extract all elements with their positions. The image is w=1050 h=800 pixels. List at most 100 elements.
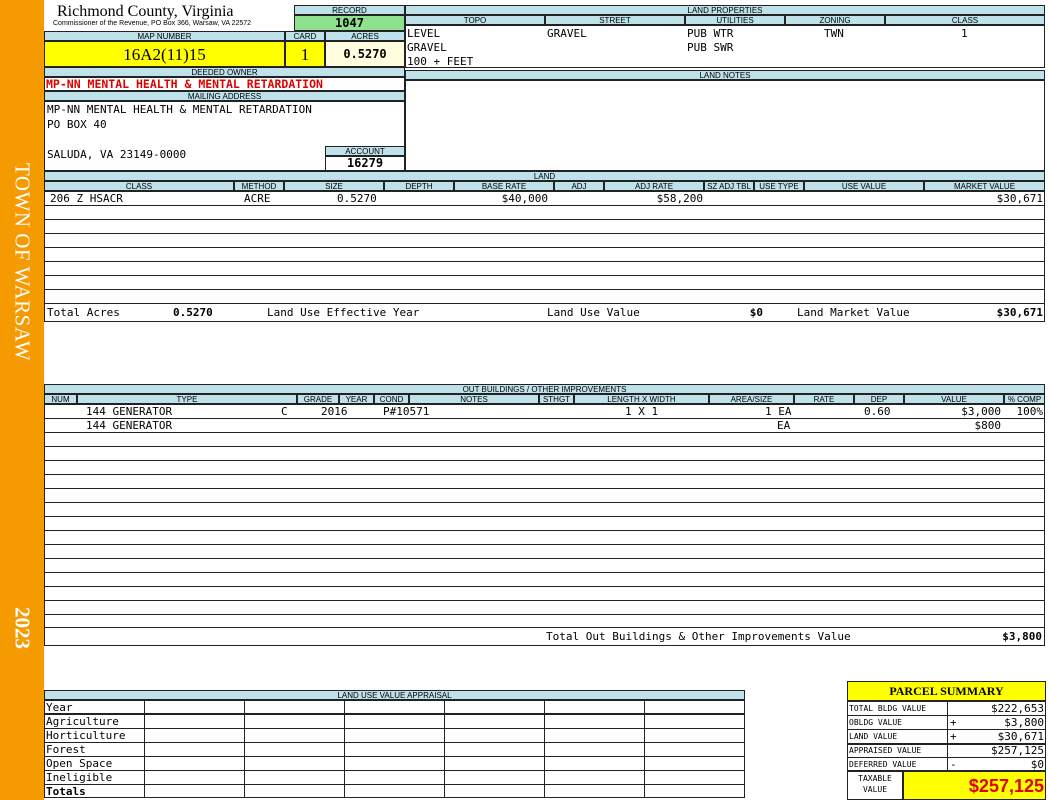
land-col-base-rate: BASE RATE [454,181,554,191]
land-use-value: $0 [749,306,763,319]
account-label: ACCOUNT [325,146,405,156]
taxable-value-box: $257,125 [903,771,1046,800]
account-box: 16279 [325,156,405,171]
taxable-value: $257,125 [968,776,1044,796]
land-row-method: ACRE [244,192,271,205]
ps-value-deferred: $0 [1030,758,1044,771]
banner-year: 2023 [10,607,35,649]
parcel-summary-title: PARCEL SUMMARY [889,684,1004,698]
land-col-market-value: MARKET VALUE [924,181,1045,191]
land-properties-body: LEVEL GRAVEL 100 + FEET GRAVEL PUB WTR P… [405,25,1045,68]
land-col-use-value: USE VALUE [804,181,924,191]
utility-1: PUB WTR [687,27,734,40]
utility-2: PUB SWR [687,41,734,54]
acres-box: 0.5270 [325,41,405,67]
ob-total-label: Total Out Buildings & Other Improvements… [546,630,851,643]
outbuildings-title: OUT BUILDINGS / OTHER IMPROVEMENTS [44,384,1045,394]
topo-1: LEVEL [407,27,441,40]
land-col-adj: ADJ [554,181,604,191]
class-value: 1 [961,27,968,40]
land-market-value: $30,671 [996,306,1043,319]
topo-3: 100 + FEET [407,55,474,68]
street-value: GRAVEL [547,27,587,40]
land-col-size: SIZE [284,181,384,191]
ob-row2-type: 144 GENERATOR [86,419,173,432]
map-number-label: MAP NUMBER [44,31,285,41]
land-col-depth: DEPTH [384,181,454,191]
land-header-row: CLASS METHOD SIZE DEPTH BASE RATE ADJ AD… [44,181,1045,191]
land-market-value-label: Land Market Value [797,306,910,319]
record-value: 1047 [335,16,364,30]
ps-label-obldg: OBLDG VALUE [849,718,902,727]
county-title: Richmond County, Virginia [57,3,234,20]
lp-header-utilities: UTILITIES [685,15,785,25]
ob-col-year: YEAR [339,394,374,404]
account-number: 16279 [346,156,384,170]
ob-col-num: NUM [44,394,77,404]
taxable-label-1: TAXABLE [858,774,892,783]
ob-col-lxw: LENGTH X WIDTH [574,394,709,404]
ob-row1-comp: 100% [1016,405,1044,418]
land-col-use-type: USE TYPE [754,181,804,191]
lp-header-topo: TOPO [405,15,545,25]
land-row-base-rate: $40,000 [501,192,548,205]
ob-col-area: AREA/SIZE [709,394,794,404]
lp-header-zoning: ZONING [785,15,885,25]
ob-row1-notes: P#10571 [383,405,430,418]
ps-value-land: $30,671 [997,730,1044,743]
land-totals-row: Total Acres 0.5270 Land Use Effective Ye… [44,303,1045,322]
land-use-effective-year-label: Land Use Effective Year [267,306,420,319]
ob-row1-type: 144 GENERATOR [86,405,173,418]
lua-label-agriculture: Agriculture [46,715,119,728]
lp-header-street: STREET [545,15,685,25]
ob-col-grade: GRADE [297,394,339,404]
ob-col-notes: NOTES [409,394,539,404]
acres-value: 0.5270 [343,47,387,61]
address-line-1: MP-NN MENTAL HEALTH & MENTAL RETARDATION [47,103,312,116]
ob-row2-area: EA [777,419,791,432]
land-row-adj-rate: $58,200 [656,192,703,205]
deeded-owner-name: MP-NN MENTAL HEALTH & MENTAL RETARDATION [46,77,323,91]
land-notes-body [405,80,1045,171]
zoning-value: TWN [824,27,844,40]
map-number-box: 16A2(11)15 [44,41,285,67]
ps-value-obldg: $3,800 [1004,716,1044,729]
land-rows: 206 Z HSACR ACRE 0.5270 $40,000 $58,200 … [44,191,1045,304]
ob-col-cond: COND [374,394,409,404]
mailing-address-label: MAILING ADDRESS [44,91,405,101]
ob-row1-year: 2016 [321,405,348,418]
topo-2: GRAVEL [407,41,447,54]
lua-label-horticulture: Horticulture [46,729,126,742]
side-banner [0,0,44,800]
land-notes-title: LAND NOTES [405,70,1045,80]
taxable-label-2: VALUE [862,785,888,794]
ob-row2-value: $800 [974,419,1002,432]
lua-body: Agriculture Horticulture Forest Open Spa… [44,714,745,798]
ob-row1-grade: C [281,405,288,418]
taxable-label-box: TAXABLE VALUE [847,771,903,800]
ps-label-total-bldg: TOTAL BLDG VALUE [849,704,927,713]
ob-row1-lxw: 1 X 1 [625,405,659,418]
ob-col-type: TYPE [77,394,297,404]
banner-town-name: TOWN OF WARSAW [10,162,35,362]
lua-label-open-space: Open Space [46,757,113,770]
total-acres-value: 0.5270 [173,306,213,319]
ob-row1-value: $3,000 [961,405,1001,418]
ps-label-appraised: APPRAISED VALUE [849,746,922,755]
land-col-sz-adj: SZ ADJ TBL [704,181,754,191]
land-use-value-label: Land Use Value [547,306,640,319]
lua-label-year: Year [46,701,73,714]
record-box: 1047 [294,15,405,31]
land-row-size: 0.5270 [337,192,377,205]
address-line-2: PO BOX 40 [47,118,107,131]
ob-row1-area: 1 EA [765,405,792,418]
total-acres-label: Total Acres [47,306,120,319]
ps-label-land: LAND VALUE [849,732,898,741]
card-label: CARD [285,31,325,41]
outbuildings-header-row: NUM TYPE GRADE YEAR COND NOTES STHGT LEN… [44,394,1045,404]
land-row-class: 206 Z HSACR [50,192,123,205]
lp-header-class: CLASS [885,15,1045,25]
land-col-method: METHOD [234,181,284,191]
parcel-summary-header: PARCEL SUMMARY [847,681,1046,701]
land-row-market-value: $30,671 [996,192,1043,205]
